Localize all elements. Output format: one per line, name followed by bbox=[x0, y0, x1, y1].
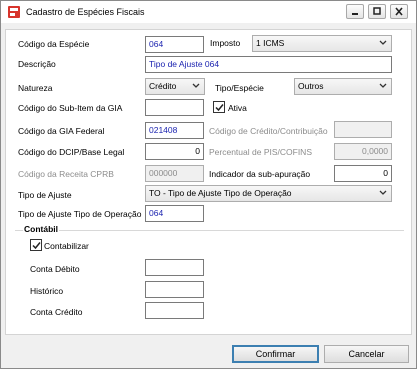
cancel-button[interactable]: Cancelar bbox=[324, 345, 409, 363]
descricao-input[interactable]: Tipo de Ajuste 064 bbox=[145, 56, 392, 73]
percentual-pis-label: Percentual de PIS/COFINS bbox=[209, 147, 312, 157]
contabilizar-label: Contabilizar bbox=[44, 241, 89, 251]
gia-federal-label: Código da GIA Federal bbox=[18, 126, 105, 136]
checkmark-icon bbox=[215, 104, 224, 112]
dialog-window: Cadastro de Espécies Fiscais Código da E… bbox=[0, 0, 417, 369]
conta-debito-label: Conta Débito bbox=[30, 264, 80, 274]
natureza-value: Crédito bbox=[149, 81, 177, 91]
title-bar[interactable]: Cadastro de Espécies Fiscais bbox=[1, 1, 416, 23]
imposto-select[interactable]: 1 ICMS bbox=[252, 35, 392, 52]
historico-label: Histórico bbox=[30, 286, 64, 296]
contabilizar-checkbox[interactable] bbox=[30, 239, 42, 251]
ativa-checkbox[interactable] bbox=[213, 101, 225, 113]
conta-credito-label: Conta Crédito bbox=[30, 307, 83, 317]
close-icon bbox=[395, 7, 403, 16]
ativa-label: Ativa bbox=[228, 103, 247, 113]
maximize-icon bbox=[373, 7, 381, 15]
tipo-ajuste-select[interactable]: TO - Tipo de Ajuste Tipo de Operação bbox=[145, 185, 392, 202]
tipo-especie-label: Tipo/Espécie bbox=[215, 83, 264, 93]
chevron-down-icon bbox=[379, 190, 387, 195]
maximize-button[interactable] bbox=[368, 4, 386, 19]
chevron-down-icon bbox=[379, 83, 387, 88]
minimize-icon bbox=[352, 13, 358, 15]
tipo-especie-select[interactable]: Outros bbox=[294, 78, 392, 95]
confirm-button[interactable]: Confirmar bbox=[232, 345, 319, 363]
contabil-group-title: Contábil bbox=[23, 224, 59, 235]
receita-cprb-input: 000000 bbox=[145, 165, 204, 182]
sub-item-gia-label: Código do Sub-Item da GIA bbox=[18, 103, 123, 113]
conta-credito-input[interactable] bbox=[145, 302, 204, 319]
credito-contribuicao-input bbox=[334, 121, 392, 138]
receita-cprb-label: Código da Receita CPRB bbox=[18, 169, 114, 179]
window-title: Cadastro de Espécies Fiscais bbox=[26, 7, 145, 17]
sub-item-gia-input[interactable] bbox=[145, 99, 204, 116]
checkmark-icon bbox=[32, 242, 41, 250]
codigo-especie-label: Código da Espécie bbox=[18, 39, 90, 49]
dcip-label: Código do DCIP/Base Legal bbox=[18, 147, 125, 157]
chevron-down-icon bbox=[192, 83, 200, 88]
chevron-down-icon bbox=[379, 40, 387, 45]
tipo-ajuste-value: TO - Tipo de Ajuste Tipo de Operação bbox=[149, 188, 292, 198]
historico-input[interactable] bbox=[145, 281, 204, 298]
imposto-value: 1 ICMS bbox=[256, 38, 285, 48]
imposto-label: Imposto bbox=[210, 38, 241, 48]
minimize-button[interactable] bbox=[346, 4, 364, 19]
tipo-ajuste-operacao-label: Tipo de Ajuste Tipo de Operação bbox=[18, 209, 142, 219]
natureza-select[interactable]: Crédito bbox=[145, 78, 205, 95]
tipo-ajuste-operacao-input[interactable]: 064 bbox=[145, 205, 204, 222]
app-icon bbox=[7, 5, 21, 19]
close-button[interactable] bbox=[390, 4, 408, 19]
conta-debito-input[interactable] bbox=[145, 259, 204, 276]
codigo-especie-input[interactable]: 064 bbox=[145, 36, 204, 53]
natureza-label: Natureza bbox=[18, 83, 53, 93]
indicador-subapuracao-input[interactable]: 0 bbox=[334, 165, 392, 182]
credito-contribuicao-label: Código de Crédito/Contribuição bbox=[209, 126, 328, 136]
gia-federal-input[interactable]: 021408 bbox=[145, 122, 204, 139]
tipo-ajuste-label: Tipo de Ajuste bbox=[18, 190, 72, 200]
percentual-pis-input: 0,0000 bbox=[334, 143, 392, 160]
descricao-label: Descrição bbox=[18, 59, 56, 69]
indicador-subapuracao-label: Indicador da sub-apuração bbox=[209, 169, 311, 179]
dcip-input[interactable]: 0 bbox=[145, 143, 204, 160]
tipo-especie-value: Outros bbox=[298, 81, 324, 91]
